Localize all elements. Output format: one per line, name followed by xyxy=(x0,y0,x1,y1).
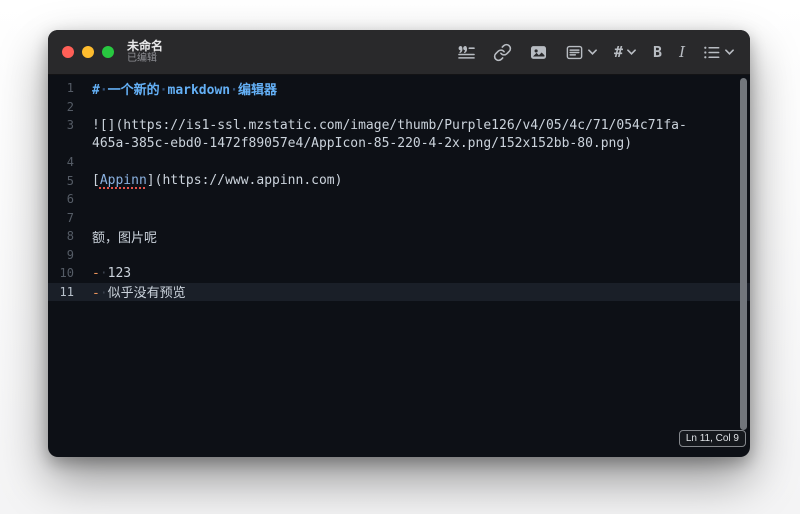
line-number: 1 xyxy=(66,81,74,96)
editor-line[interactable]: 11 -·似乎没有预览 xyxy=(48,282,750,302)
line-number: 9 xyxy=(66,247,74,262)
editor-area[interactable]: 1 #·一个新的·markdown·编辑器 2 3 ![](https://is1-ss… xyxy=(48,75,750,456)
markdown-editor-window: 未命名 已编辑 # B I 1 #·一个新的·markdown·编辑器 2 3 … xyxy=(48,30,750,457)
title-block: 未命名 已编辑 xyxy=(127,39,163,65)
toolbar: # B I xyxy=(457,43,750,62)
window-title: 未命名 xyxy=(127,38,164,53)
editor-line[interactable]: 7 xyxy=(48,209,750,228)
editor-line[interactable]: 6 xyxy=(48,190,750,209)
line-number: 2 xyxy=(66,99,74,114)
window-edited-status: 已编辑 xyxy=(127,53,157,65)
bold-button[interactable]: B xyxy=(653,43,662,61)
line-content: ![](https://is1-ssl.mzstatic.com/image/t… xyxy=(92,117,687,133)
desktop-background: 未命名 已编辑 # B I 1 #·一个新的·markdown·编辑器 2 3 … xyxy=(0,0,800,514)
line-number: 11 xyxy=(59,284,74,299)
insert-block-menu-button[interactable] xyxy=(565,43,597,62)
line-number: 4 xyxy=(66,155,74,170)
minimize-button[interactable] xyxy=(82,46,94,58)
line-content: 465a-385c-ebd0-1472f89057e4/AppIcon-85-2… xyxy=(92,136,633,152)
bold-icon: B xyxy=(653,43,663,61)
editor-line[interactable]: 465a-385c-ebd0-1472f89057e4/AppIcon-85-2… xyxy=(48,135,750,154)
link-button[interactable] xyxy=(493,43,512,62)
blockquote-button[interactable] xyxy=(457,43,476,62)
line-number: 10 xyxy=(59,266,74,281)
line-content: -·似乎没有预览 xyxy=(92,286,186,302)
editor-line[interactable]: 3 ![](https://is1-ssl.mzstatic.com/image/… xyxy=(48,116,750,135)
cursor-position-badge: Ln 11, Col 9 xyxy=(678,430,746,447)
editor-line[interactable]: 10 -·123 xyxy=(48,264,750,283)
editor-line[interactable]: 4 xyxy=(48,153,750,172)
line-number: 5 xyxy=(66,173,74,188)
insert-image-button[interactable] xyxy=(529,43,548,62)
image-icon xyxy=(529,43,548,62)
line-number: 6 xyxy=(66,192,74,207)
insert-block-icon xyxy=(565,43,584,62)
list-icon xyxy=(702,43,721,62)
chevron-down-icon xyxy=(725,49,734,55)
line-number: 7 xyxy=(66,210,74,225)
editor-lines: 1 #·一个新的·markdown·编辑器 2 3 ![](https://is1-ss… xyxy=(48,79,750,301)
line-content: [Appinn](https://www.appinn.com) xyxy=(92,173,343,189)
editor-line[interactable]: 2 xyxy=(48,98,750,117)
heading-menu-button[interactable]: # xyxy=(614,43,636,61)
list-menu-button[interactable] xyxy=(702,43,734,62)
editor-line[interactable]: 8 额，图片呢 xyxy=(48,227,750,246)
close-button[interactable] xyxy=(62,46,74,58)
editor-line[interactable]: 5 [Appinn](https://www.appinn.com) xyxy=(48,172,750,191)
italic-button[interactable]: I xyxy=(679,43,685,61)
link-icon xyxy=(493,43,512,62)
line-content: #·一个新的·markdown·编辑器 xyxy=(92,82,277,98)
editor-line[interactable]: 9 xyxy=(48,246,750,265)
heading-icon: # xyxy=(614,43,624,61)
zoom-button[interactable] xyxy=(102,46,114,58)
italic-icon: I xyxy=(679,43,685,61)
traffic-lights xyxy=(48,46,114,58)
editor-line[interactable]: 1 #·一个新的·markdown·编辑器 xyxy=(48,79,750,98)
vertical-scrollbar[interactable] xyxy=(740,78,747,430)
titlebar[interactable]: 未命名 已编辑 # B I xyxy=(48,30,750,75)
line-content: 额，图片呢 xyxy=(92,230,158,246)
line-number: 8 xyxy=(66,229,74,244)
line-number: 3 xyxy=(66,118,74,133)
blockquote-icon xyxy=(457,43,476,62)
line-content: -·123 xyxy=(92,265,132,281)
chevron-down-icon xyxy=(588,49,597,55)
chevron-down-icon xyxy=(627,49,636,55)
